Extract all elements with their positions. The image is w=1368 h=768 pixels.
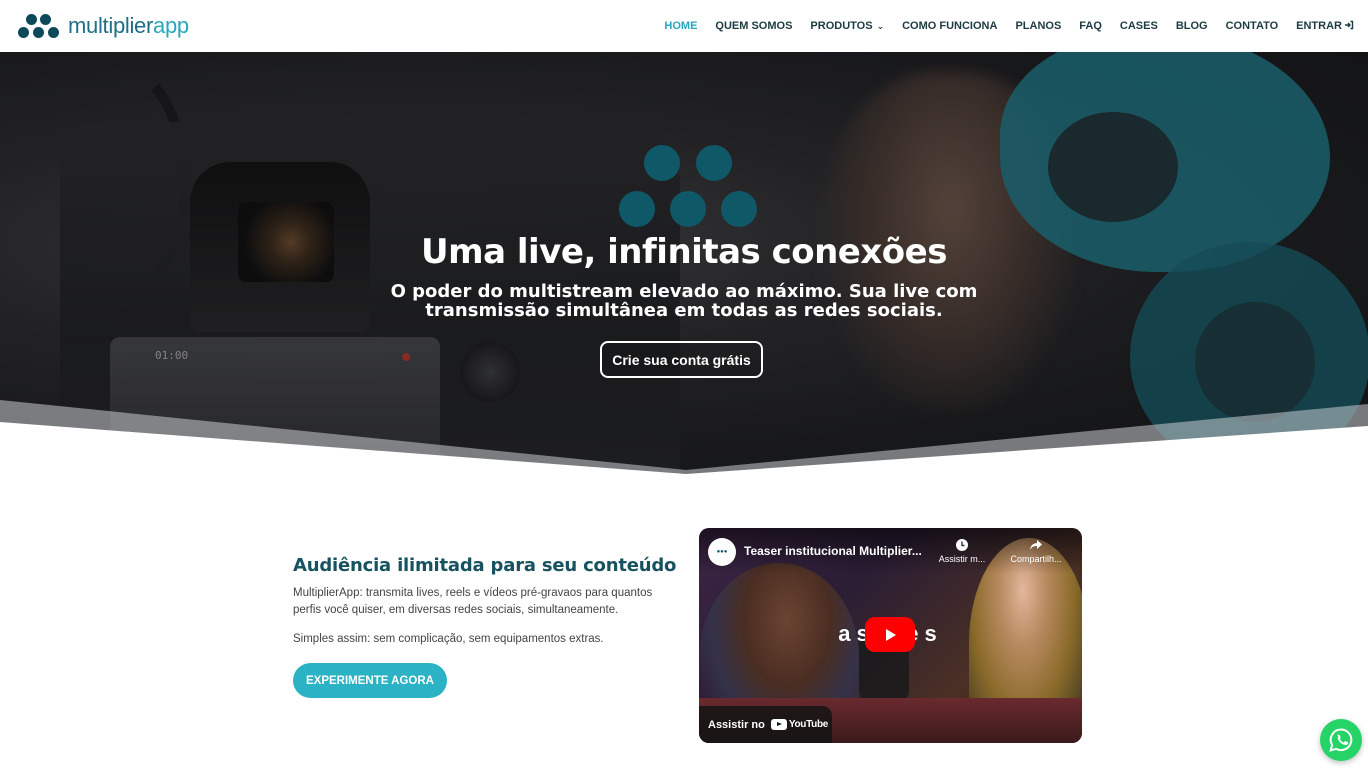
whatsapp-icon [1329,728,1353,752]
play-icon [886,628,896,641]
share-label: Compartilh... [1010,554,1062,564]
login-arrow-icon [1345,20,1354,30]
watch-later-button[interactable]: Assistir m... [930,538,994,564]
youtube-video-embed[interactable]: as des ●●● Teaser institucional Multipli… [699,528,1082,743]
youtube-wordmark: YouTube [788,719,829,730]
nav-home[interactable]: HOME [664,20,697,32]
nav-about[interactable]: QUEM SOMOS [715,20,792,32]
try-now-button[interactable]: EXPERIMENTE AGORA [293,663,447,698]
hero-wave-divider [0,400,1368,480]
video-title[interactable]: Teaser institucional Multiplier... [744,544,934,558]
nav-login[interactable]: ENTRAR [1296,20,1354,32]
brand-logo[interactable]: multiplierapp [18,12,189,40]
clock-icon [930,538,994,554]
nav-cases[interactable]: CASES [1120,20,1158,32]
hero-subtitle: O poder do multistream elevado ao máximo… [390,281,978,321]
watch-on-youtube-link[interactable]: Assistir no YouTube [699,706,832,743]
section-paragraph: MultiplierApp: transmita lives, reels e … [293,587,653,616]
hero-title: Uma live, infinitas conexões [421,232,947,272]
create-account-button[interactable]: Crie sua conta grátis [600,341,763,378]
dots-logo-icon [18,12,62,40]
nav-products-label: PRODUTOS [810,20,873,32]
main-nav: HOME QUEM SOMOS PRODUTOS ⌄ COMO FUNCIONA … [664,20,1354,32]
watch-on-label: Assistir no [708,718,765,731]
nav-contact[interactable]: CONTATO [1226,20,1279,32]
youtube-logo: YouTube [770,719,829,730]
whatsapp-chat-button[interactable] [1320,719,1362,761]
nav-how-it-works[interactable]: COMO FUNCIONA [902,20,997,32]
brand-name: multiplierapp [68,13,189,38]
nav-products[interactable]: PRODUTOS ⌄ [810,20,884,32]
watch-later-label: Assistir m... [938,554,986,564]
channel-avatar[interactable]: ●●● [708,538,736,566]
site-header: multiplierapp HOME QUEM SOMOS PRODUTOS ⌄ … [0,0,1368,52]
hero-logo-dots-icon [0,52,1368,252]
nav-plans[interactable]: PLANOS [1015,20,1061,32]
share-button[interactable]: Compartilh... [1004,538,1068,564]
play-button[interactable] [865,617,915,652]
section-title: Audiência ilimitada para seu conteúdo [293,555,677,576]
chevron-down-icon: ⌄ [876,21,885,31]
youtube-logo-icon [770,719,787,730]
nav-blog[interactable]: BLOG [1176,20,1208,32]
section-paragraph: Simples assim: sem complicação, sem equi… [293,633,604,645]
nav-faq[interactable]: FAQ [1079,20,1102,32]
nav-login-label: ENTRAR [1296,20,1342,32]
share-arrow-icon [1004,538,1068,554]
